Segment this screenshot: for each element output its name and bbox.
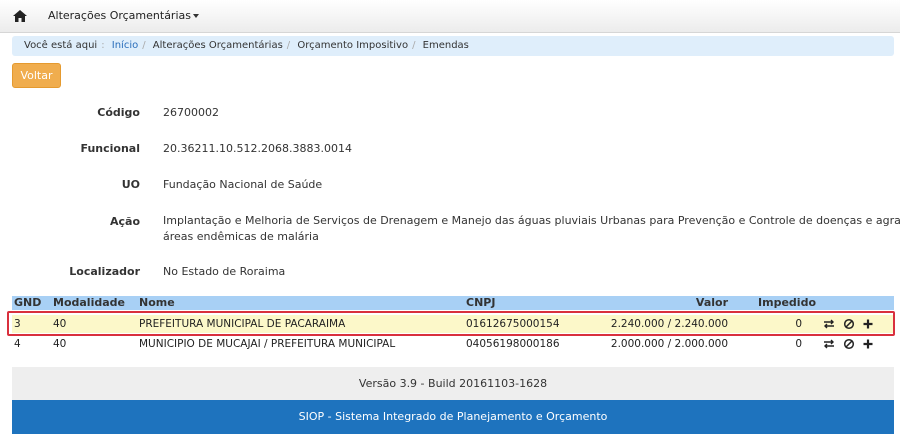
home-icon[interactable] (13, 10, 27, 22)
block-icon[interactable] (843, 338, 855, 350)
acao-value-line1: Implantação e Melhoria de Serviços de Dr… (163, 214, 900, 227)
codigo-label: Código (97, 106, 140, 119)
funcional-label: Funcional (80, 142, 140, 155)
col-cnpj: CNPJ (466, 296, 496, 309)
cell-valor: 2.000.000 / 2.000.000 (610, 338, 728, 350)
cell-modalidade: 40 (53, 338, 67, 350)
table-header: GND Modalidade Nome CNPJ Valor Impedido (12, 296, 894, 310)
table-row[interactable]: 4 40 MUNICIPIO DE MUCAJAI / PREFEITURA M… (12, 335, 894, 353)
localizador-label: Localizador (69, 265, 140, 278)
breadcrumb-separator: / (286, 40, 291, 51)
breadcrumb: Você está aqui: Início / Alterações Orçam… (12, 36, 894, 56)
nav-menu-label: Alterações Orçamentárias (48, 9, 191, 22)
cell-impedido: 0 (795, 338, 802, 350)
uo-label: UO (121, 178, 140, 191)
breadcrumb-separator: / (142, 40, 146, 51)
col-impedido: Impedido (758, 296, 816, 309)
back-button[interactable]: Voltar (12, 63, 61, 88)
col-modalidade: Modalidade (53, 296, 125, 309)
localizador-value: No Estado de Roraima (163, 265, 286, 278)
breadcrumb-item-emendas: Emendas (422, 40, 469, 51)
col-valor: Valor (695, 296, 728, 309)
codigo-value: 26700002 (163, 106, 219, 119)
top-navbar: Alterações Orçamentárias (0, 0, 900, 33)
version-footer: Versão 3.9 - Build 20161103-1628 (12, 367, 894, 400)
breadcrumb-separator: : (101, 40, 105, 51)
acao-label: Ação (109, 215, 140, 228)
acao-value: Implantação e Melhoria de Serviços de Dr… (163, 213, 900, 245)
selected-row-outline (7, 311, 895, 336)
col-nome: Nome (139, 296, 175, 309)
breadcrumb-prefix: Você está aqui (24, 40, 98, 51)
cell-gnd: 4 (14, 338, 21, 350)
cell-nome: MUNICIPIO DE MUCAJAI / PREFEITURA MUNICI… (139, 338, 396, 350)
breadcrumb-item-inicio[interactable]: Início (112, 40, 138, 51)
breadcrumb-item-orcamento-impositivo[interactable]: Orçamento Impositivo (297, 40, 408, 51)
uo-value: Fundação Nacional de Saúde (163, 178, 323, 191)
breadcrumb-item-alteracoes[interactable]: Alterações Orçamentárias (153, 40, 283, 51)
cell-cnpj: 04056198000186 (466, 338, 560, 350)
breadcrumb-separator: / (412, 40, 416, 51)
system-footer: SIOP - Sistema Integrado de Planejamento… (12, 400, 894, 434)
acao-value-line2: áreas endêmicas de malária (163, 230, 319, 243)
funcional-value: 20.36211.10.512.2068.3883.0014 (163, 142, 352, 155)
col-gnd: GND (14, 296, 42, 309)
plus-icon[interactable] (862, 338, 874, 350)
transfer-icon[interactable] (823, 338, 835, 350)
chevron-down-icon (192, 14, 199, 18)
nav-menu-alteracoes[interactable]: Alterações Orçamentárias (48, 9, 199, 22)
